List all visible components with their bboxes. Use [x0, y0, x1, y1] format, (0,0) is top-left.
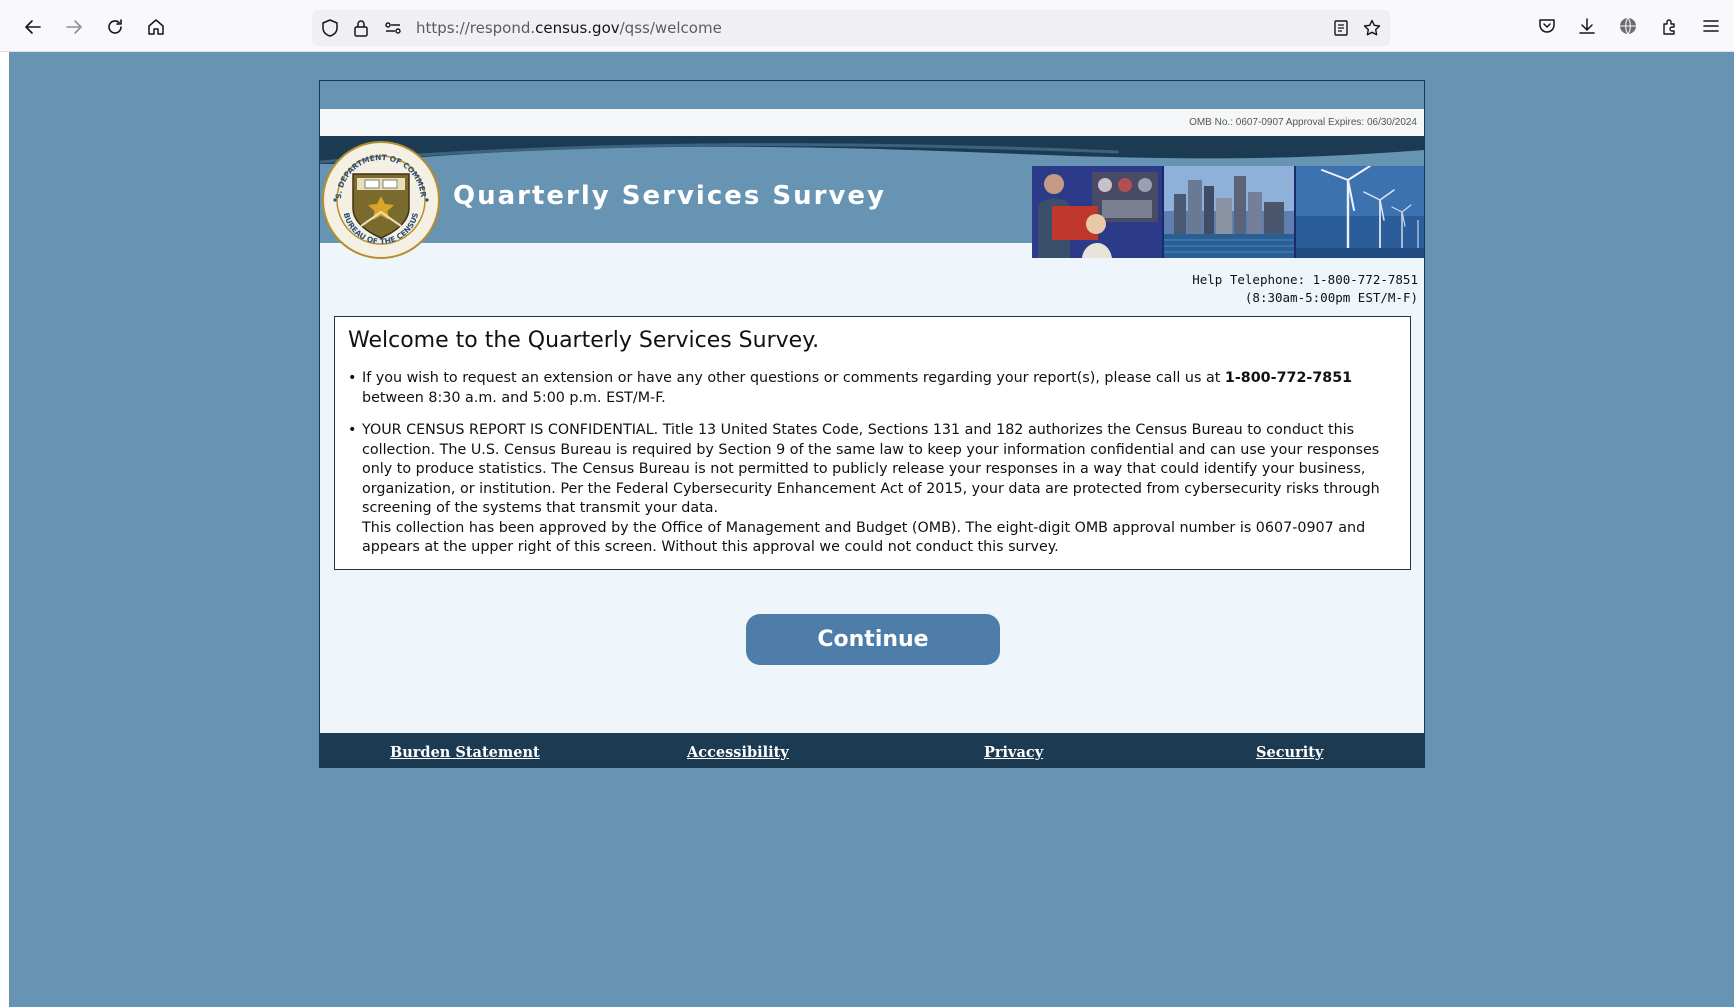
bullet-dot: • — [348, 370, 357, 386]
pocket-button[interactable] — [1536, 15, 1558, 37]
home-button[interactable] — [141, 12, 171, 42]
permissions-icon[interactable] — [383, 18, 403, 38]
download-icon — [1579, 18, 1595, 34]
shield-icon[interactable] — [320, 18, 340, 38]
lock-icon[interactable] — [351, 18, 371, 38]
extension-bullet: • If you wish to request an extension or… — [348, 369, 1398, 408]
url-text[interactable]: https://respond.census.gov/qss/welcome — [416, 19, 722, 37]
confidential-bullet: • YOUR CENSUS REPORT IS CONFIDENTIAL. Ti… — [348, 421, 1398, 558]
frame-top-band — [320, 81, 1424, 109]
home-icon — [148, 19, 164, 35]
extension-hours-text: between 8:30 a.m. and 5:00 p.m. EST/M-F. — [362, 389, 666, 406]
confidential-text: YOUR CENSUS REPORT IS CONFIDENTIAL. Titl… — [362, 422, 1380, 516]
omb-bar: OMB No.: 0607-0907 Approval Expires: 06/… — [320, 109, 1424, 136]
extensions-globe-icon — [1620, 17, 1636, 35]
extension-text: If you wish to request an extension or h… — [362, 370, 1225, 386]
star-icon[interactable] — [1362, 18, 1382, 38]
bullet-dot: • — [348, 422, 357, 438]
security-link[interactable]: Security — [1256, 744, 1323, 761]
survey-frame: OMB No.: 0607-0907 Approval Expires: 06/… — [319, 80, 1425, 768]
census-seal-icon: U.S. DEPARTMENT OF COMMERCE BUREAU OF TH… — [321, 140, 440, 259]
survey-title: Quarterly Services Survey — [453, 181, 886, 211]
extensions-button[interactable] — [1659, 15, 1681, 37]
back-icon — [25, 20, 41, 34]
welcome-box: Welcome to the Quarterly Services Survey… — [334, 316, 1411, 570]
banner-swoosh — [320, 143, 1424, 166]
download-button[interactable] — [1576, 15, 1598, 37]
puzzle-icon — [1663, 19, 1675, 35]
banner-photos — [1032, 166, 1424, 258]
privacy-link[interactable]: Privacy — [984, 744, 1043, 761]
forward-button[interactable] — [59, 12, 89, 42]
menu-icon — [1703, 20, 1719, 32]
reload-icon — [108, 19, 122, 34]
browser-toolbar: https://respond.census.gov/qss/welcome — [0, 0, 1734, 52]
menu-button[interactable] — [1700, 15, 1722, 37]
omb-approval-text: This collection has been approved by the… — [362, 519, 1366, 556]
globe-extension-button[interactable] — [1617, 15, 1639, 37]
omb-number: OMB No.: 0607-0907 Approval Expires: 06/… — [1189, 117, 1417, 128]
accessibility-link[interactable]: Accessibility — [687, 744, 789, 761]
help-phone-line: Help Telephone: 1-800-772-7851 — [1192, 272, 1418, 287]
continue-button[interactable]: Continue — [746, 614, 1000, 665]
burden-statement-link[interactable]: Burden Statement — [390, 744, 540, 761]
help-telephone: Help Telephone: 1-800-772-7851 (8:30am-5… — [1192, 271, 1418, 307]
extension-phone: 1-800-772-7851 — [1224, 370, 1353, 386]
url-prefix: https://respond. — [416, 19, 536, 37]
page-right-edge — [1725, 52, 1734, 1007]
reload-button[interactable] — [100, 12, 130, 42]
footer-bar: Burden Statement Accessibility Privacy S… — [320, 733, 1424, 767]
url-bar[interactable]: https://respond.census.gov/qss/welcome — [312, 10, 1390, 46]
forward-icon — [66, 20, 82, 34]
pocket-icon — [1539, 19, 1555, 33]
help-hours-line: (8:30am-5:00pm EST/M-F) — [1244, 290, 1418, 305]
url-path: /qss/welcome — [619, 19, 722, 37]
reader-view-icon[interactable] — [1331, 18, 1351, 38]
survey-banner: U.S. DEPARTMENT OF COMMERCE BUREAU OF TH… — [320, 136, 1424, 259]
welcome-title: Welcome to the Quarterly Services Survey… — [348, 328, 820, 353]
back-button[interactable] — [18, 12, 48, 42]
url-domain: census.gov — [535, 19, 620, 37]
